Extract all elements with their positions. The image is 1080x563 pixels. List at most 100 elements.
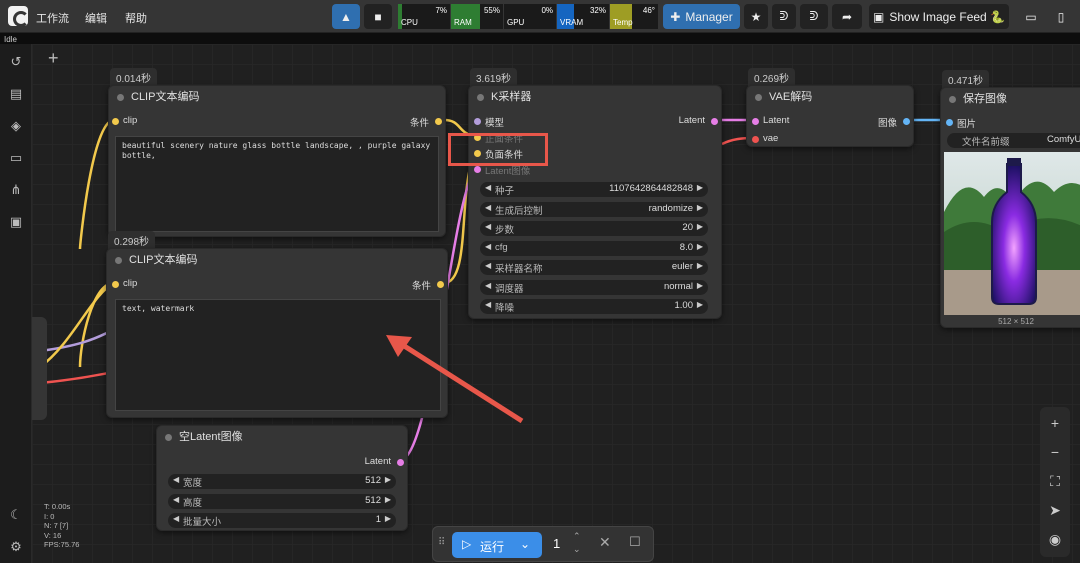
share-icon[interactable]: ➦ [832,4,862,29]
decrement-icon[interactable]: ⌄ [573,544,581,555]
menu-workflow[interactable]: 工作流 [36,10,69,26]
widget-5[interactable]: ◀ 调度器 normal ▶ [480,279,708,295]
arrow-right-icon[interactable]: ▶ [697,261,703,270]
clip-input-label: clip [123,278,138,289]
history-icon[interactable]: ↺ [8,54,24,70]
run-toolbar: ⠿ ▷ 运行 ⌄ 1 ⌃ ⌄ ✕ ☐ [432,526,654,562]
arrow-right-icon[interactable]: ▶ [697,281,703,290]
clip-input-dot[interactable] [112,118,119,125]
gallery-icon[interactable]: ▣ [8,214,24,230]
latent-input-dot[interactable] [752,118,759,125]
latent-output-dot[interactable] [711,118,718,125]
conditioning-output-dot[interactable] [437,281,444,288]
widget-1[interactable]: ◀ 高度 512 ▶ [168,493,396,509]
ksampler-node[interactable]: K采样器 模型 正面条件 负面条件 Latent图像 Latent ◀ 种子 110… [468,85,722,319]
perf-stats: T: 0.00s I: 0 N: 7 [7] V: 16 FPS:75.76 [44,502,80,549]
cancel-icon[interactable]: ✕ [599,534,611,551]
arrow-right-icon[interactable]: ▶ [385,514,391,523]
arrow-right-icon[interactable]: ▶ [697,242,703,251]
widget-2[interactable]: ◀ 步数 20 ▶ [480,221,708,236]
arrow-left-icon[interactable]: ◀ [485,242,491,251]
zoom-in-icon[interactable]: + [1047,415,1063,431]
widget-6[interactable]: ◀ 降噪 1.00 ▶ [480,299,708,314]
chevron-down-icon[interactable]: ⌄ [520,537,530,551]
collapsed-node[interactable] [32,317,47,420]
moon-icon[interactable]: ☾ [8,507,24,523]
folder-icon[interactable]: ▭ [8,150,24,166]
highlight-box [448,133,548,166]
image-input-dot[interactable] [946,119,953,126]
model-input-dot[interactable] [474,118,481,125]
arrow-right-icon[interactable]: ▶ [697,300,703,309]
arrow-left-icon[interactable]: ◀ [173,495,179,504]
widget-0[interactable]: ◀ 宽度 512 ▶ [168,474,396,489]
comfy-logo-icon[interactable] [8,6,29,27]
latent-input-dot[interactable] [474,166,481,173]
panel-bottom-icon[interactable]: ▭ [1018,4,1044,29]
latent-input-label: Latent [763,115,790,126]
arrow-right-icon[interactable]: ▶ [385,495,391,504]
clip-text-encode-node[interactable]: CLIP文本编码 clip 条件 beautiful scenery natur… [108,85,446,237]
filename-prefix-widget[interactable]: 文件名前缀 ComfyU [947,133,1080,148]
widget-1[interactable]: ◀ 生成后控制 randomize ▶ [480,201,708,217]
arrow-right-icon[interactable]: ▶ [385,475,391,484]
widget-value: 512 [365,494,381,506]
widget-value: randomize [648,202,693,214]
drag-handle-icon[interactable]: ⠿ [438,537,445,548]
show-image-feed-button[interactable]: ▣ Show Image Feed 🐍 [869,4,1009,29]
clip-input-dot[interactable] [112,281,119,288]
navigate-icon[interactable]: ➤ [1047,502,1063,518]
vae-input-dot[interactable] [752,136,759,143]
arrow-left-icon[interactable]: ◀ [485,222,491,231]
wave-alt-icon[interactable]: ᕲ [800,4,828,29]
conditioning-output-label: 条件 [409,118,429,129]
zoom-out-icon[interactable]: − [1047,444,1063,460]
arrow-right-icon[interactable]: ▶ [697,203,703,212]
run-button[interactable]: ▷ 运行 ⌄ [452,532,542,558]
widget-label: 降噪 [495,303,515,314]
widget-0[interactable]: ◀ 种子 1107642864482848 ▶ [480,182,708,197]
star-icon[interactable]: ★ [744,4,768,29]
save-image-node[interactable]: 保存图像 图片 文件名前缀 ComfyU 512 × 512 [940,87,1080,328]
queue-count-input[interactable]: 1 [553,536,560,551]
arrow-left-icon[interactable]: ◀ [485,183,491,192]
manager-button[interactable]: ✚ Manager [663,4,740,29]
empty-latent-image-node[interactable]: 空Latent图像 Latent ◀ 宽度 512 ▶ ◀ 高度 512 ▶ ◀ 批量大小 1 ▶ [156,425,408,531]
node-canvas[interactable]: + 0.014秒 CLIP文本编码 clip 条件 beautiful scen… [32,44,1080,563]
bookmark-icon[interactable]: ■ [364,4,392,29]
queue-icon[interactable]: ▲ [332,4,360,29]
arrow-left-icon[interactable]: ◀ [485,261,491,270]
image-output-dot[interactable] [903,118,910,125]
arrow-left-icon[interactable]: ◀ [485,300,491,309]
widget-3[interactable]: ◀ cfg 8.0 ▶ [480,240,708,256]
panel-right-icon[interactable]: ▯ [1048,4,1074,29]
arrow-right-icon[interactable]: ▶ [697,183,703,192]
widget-2[interactable]: ◀ 批量大小 1 ▶ [168,513,396,528]
prompt-textarea[interactable]: beautiful scenery nature glass bottle la… [115,136,439,232]
widget-value: 1107642864482848 [609,183,693,194]
stop-icon[interactable]: ☐ [629,534,641,550]
fit-view-icon[interactable]: ⛶ [1047,473,1063,489]
arrow-left-icon[interactable]: ◀ [485,203,491,212]
vae-decode-node[interactable]: VAE解码 Latent vae 图像 [746,85,914,147]
widget-4[interactable]: ◀ 采样器名称 euler ▶ [480,260,708,275]
node-title: CLIP文本编码 [109,86,445,108]
graph-icon[interactable]: ⋔ [8,182,24,198]
widget-value: 20 [682,222,693,233]
menu-edit[interactable]: 编辑 [85,10,107,26]
arrow-left-icon[interactable]: ◀ [485,281,491,290]
increment-icon[interactable]: ⌃ [573,531,581,542]
wave-icon[interactable]: ᕲ [772,4,796,29]
sidebar: ↺ ▤ ◈ ▭ ⋔ ▣ ☾ ⚙ [0,44,32,563]
arrow-left-icon[interactable]: ◀ [173,475,179,484]
settings-icon[interactable]: ⚙ [8,539,24,555]
conditioning-output-dot[interactable] [435,118,442,125]
generated-image[interactable] [944,152,1080,315]
eye-icon[interactable]: ◉ [1047,531,1063,547]
arrow-left-icon[interactable]: ◀ [173,514,179,523]
menu-help[interactable]: 帮助 [125,10,147,26]
cube-icon[interactable]: ◈ [8,118,24,134]
arrow-right-icon[interactable]: ▶ [697,222,703,231]
latent-output-dot[interactable] [397,459,404,466]
document-icon[interactable]: ▤ [8,86,24,102]
